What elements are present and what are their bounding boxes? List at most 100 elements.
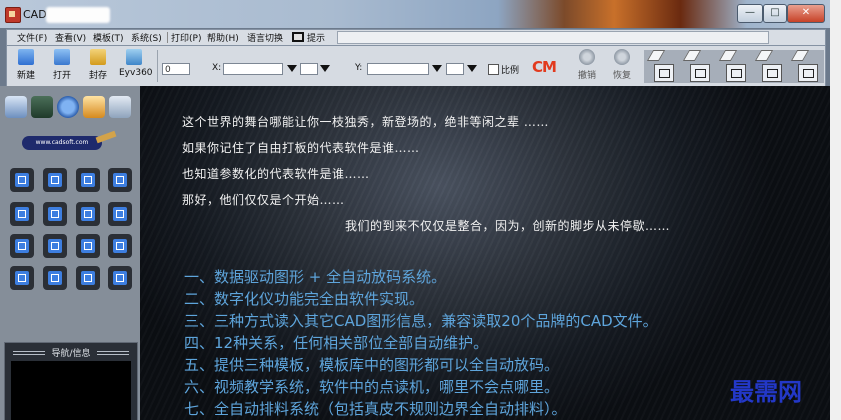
eyv360-button[interactable]: Eyv360 [119, 49, 153, 78]
w-icon[interactable] [76, 202, 100, 226]
brand-badge: www.cadsoft.com [22, 136, 102, 150]
save-label: 封存 [88, 71, 107, 81]
redo-button[interactable]: 恢复 [607, 49, 637, 81]
list-icon[interactable] [654, 64, 674, 82]
title-bar: CAD - — □ ✕ [0, 0, 830, 28]
tag-icon[interactable] [108, 266, 132, 290]
move-icon[interactable] [43, 202, 67, 226]
intro-line: 如果你记住了自由打板的代表软件是谁…… [182, 141, 420, 155]
feature-line: 六、视频教学系统，软件中的点读机，哪里不会点哪里。 [184, 378, 560, 396]
home-icon [126, 49, 142, 65]
x-dropdown-arrow[interactable] [287, 65, 297, 72]
redo-label: 恢复 [612, 71, 631, 81]
new-button[interactable]: 新建 [11, 49, 41, 81]
intro-line: 那好，他们仅仅是个开始…… [182, 193, 345, 207]
menu-bar: 文件(F) 查看(V) 模板(T) 系统(S) 打印(P) 帮助(H) 语言切换… [6, 29, 826, 46]
frame-icon[interactable] [10, 234, 34, 258]
square-icon[interactable] [10, 266, 34, 290]
page-scrollbar[interactable] [830, 0, 841, 420]
y-input[interactable] [367, 63, 429, 75]
save-button[interactable]: 封存 [83, 49, 113, 81]
feature-line: 四、12种关系，任何相关部位全部自动维护。 [184, 334, 489, 352]
y-dropdown-arrow[interactable] [432, 65, 442, 72]
printer-icon[interactable] [798, 64, 818, 82]
top-tools [5, 96, 133, 122]
measure-icon[interactable] [108, 168, 132, 192]
text-icon[interactable] [10, 202, 34, 226]
main-canvas[interactable]: 这个世界的舞台哪能让你一枝独秀，新登场的，绝非等闲之辈 …… 如果你记住了自由打… [140, 86, 830, 420]
value-input[interactable]: 0 [162, 63, 190, 75]
cross-icon[interactable] [108, 202, 132, 226]
pen-icon[interactable] [5, 96, 27, 118]
nav-decoration [97, 351, 129, 355]
menu-view[interactable]: 查看(V) [55, 31, 86, 44]
document-icon[interactable] [762, 64, 782, 82]
ratio-checkbox[interactable] [488, 64, 499, 75]
feature-line: 三、三种方式读入其它CAD图形信息，兼容读取20个品牌的CAD文件。 [184, 312, 658, 330]
star-icon[interactable] [726, 64, 746, 82]
cm-logo: CM [532, 58, 557, 76]
watermark: 最需网 [730, 377, 802, 406]
y-label: Y: [355, 63, 363, 73]
undo-button[interactable]: 撤销 [572, 49, 602, 81]
tool-strip [644, 50, 824, 83]
feature-line: 二、数字化仪功能完全由软件实现。 [184, 290, 425, 308]
navigation-view[interactable] [11, 361, 131, 420]
x-unit-select[interactable] [300, 63, 318, 75]
star-tool-icon[interactable] [43, 266, 67, 290]
y-unit-arrow[interactable] [467, 65, 477, 72]
feature-line: 七、全自动排料系统（包括真皮不规则边界全自动排料）。 [184, 400, 567, 418]
circle-icon[interactable] [57, 96, 79, 118]
navigation-panel: 导航/信息 [4, 342, 138, 420]
strip-tab [682, 50, 702, 61]
print-icon[interactable] [109, 96, 131, 118]
feature-line: 五、提供三种模板，模板库中的图形都可以全自动放码。 [184, 356, 560, 374]
flip-icon[interactable] [43, 168, 67, 192]
panel-icon[interactable] [10, 168, 34, 192]
app-icon [5, 7, 21, 23]
menu-tips[interactable]: 提示 [307, 31, 325, 44]
x-input[interactable] [223, 63, 283, 75]
menu-template[interactable]: 模板(T) [93, 31, 124, 44]
toolbar: 新建 打开 封存 Eyv360 0 X: Y: 比例 CM 撤销 恢复 [6, 45, 826, 87]
cone-icon[interactable] [83, 96, 105, 118]
open-folder-icon [54, 49, 70, 65]
strip-tab [754, 50, 774, 61]
layers-icon[interactable] [31, 96, 53, 118]
feature-line: 一、数据驱动图形 + 全自动放码系统。 [184, 268, 447, 286]
edit-icon[interactable] [108, 234, 132, 258]
strip-tab [790, 50, 810, 61]
title-redacted [46, 7, 110, 23]
minimize-button[interactable]: — [737, 4, 763, 23]
menu-language[interactable]: 语言切换 [247, 31, 283, 44]
new-label: 新建 [16, 71, 35, 81]
pattern-icon[interactable] [76, 168, 100, 192]
redo-icon [614, 49, 630, 65]
strip-tab [646, 50, 666, 61]
open-label: 打开 [52, 71, 71, 81]
x-unit-arrow[interactable] [320, 65, 330, 72]
file-icon[interactable] [690, 64, 710, 82]
ratio-label: 比例 [501, 66, 520, 76]
strip-tab [718, 50, 738, 61]
curve-icon[interactable] [43, 234, 67, 258]
menu-separator [167, 32, 168, 43]
film-icon[interactable] [292, 32, 304, 42]
maximize-button[interactable]: □ [763, 4, 787, 23]
undo-icon [579, 49, 595, 65]
undo-label: 撤销 [577, 71, 596, 81]
y-unit-select[interactable] [446, 63, 464, 75]
new-file-icon [18, 49, 34, 65]
open-button[interactable]: 打开 [47, 49, 77, 81]
film-strip-icon[interactable] [76, 234, 100, 258]
menu-print[interactable]: 打印(P) [171, 31, 201, 44]
menu-file[interactable]: 文件(F) [17, 31, 47, 44]
menu-system[interactable]: 系统(S) [131, 31, 162, 44]
eyv360-label: Eyv360 [119, 68, 153, 78]
menu-info-field [337, 31, 769, 44]
menu-help[interactable]: 帮助(H) [207, 31, 239, 44]
grid-icon[interactable] [76, 266, 100, 290]
close-button[interactable]: ✕ [787, 4, 825, 23]
lock-icon [90, 49, 106, 65]
intro-line: 我们的到来不仅仅是整合，因为，创新的脚步从未停歇…… [345, 219, 671, 233]
